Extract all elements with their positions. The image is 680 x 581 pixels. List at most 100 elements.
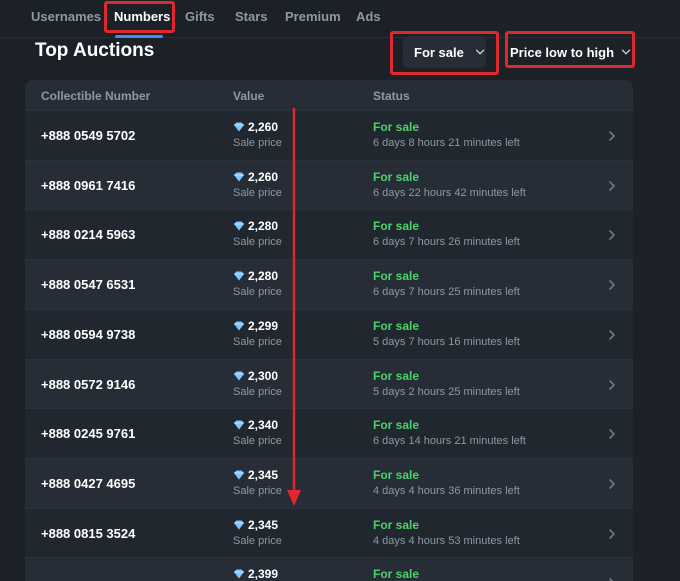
- sort-label: Price low to high: [510, 44, 615, 60]
- chevron-right-icon[interactable]: [605, 228, 619, 242]
- ton-diamond-icon: [234, 172, 244, 182]
- status-filter-dropdown[interactable]: For sale: [403, 36, 486, 68]
- ton-diamond-icon: [234, 122, 244, 132]
- value-amount: 2,345: [248, 467, 279, 482]
- auctions-table: Collectible Number Value Status +888 054…: [25, 80, 633, 581]
- ton-diamond-icon: [234, 420, 244, 430]
- status-cell: For sale 4 days 4 hours 53 minutes left: [373, 518, 520, 547]
- active-tab-indicator: [115, 35, 163, 38]
- status-badge: For sale: [373, 269, 420, 284]
- value-cell: 2,280 Sale price: [233, 269, 282, 298]
- chevron-right-icon[interactable]: [605, 328, 619, 342]
- value-cell: 2,399: [233, 567, 278, 581]
- value-cell: 2,299 Sale price: [233, 319, 282, 348]
- status-cell: For sale: [373, 567, 419, 581]
- table-row[interactable]: +888 0427 4695 2,345 Sale price For sale…: [25, 457, 633, 508]
- status-badge: For sale: [373, 567, 420, 581]
- value-amount: 2,260: [248, 120, 279, 134]
- time-left: 5 days 2 hours 25 minutes left: [373, 385, 520, 398]
- chevron-down-icon: [475, 49, 485, 55]
- status-cell: For sale 6 days 14 hours 21 minutes left: [373, 418, 526, 447]
- time-left: 6 days 7 hours 25 minutes left: [373, 286, 520, 299]
- time-left: 6 days 8 hours 21 minutes left: [373, 137, 520, 149]
- status-cell: For sale 6 days 7 hours 26 minutes left: [373, 219, 520, 248]
- chevron-right-icon[interactable]: [605, 278, 619, 292]
- ton-diamond-icon: [234, 271, 244, 281]
- chevron-right-icon[interactable]: [605, 129, 619, 143]
- chevron-right-icon[interactable]: [605, 179, 619, 193]
- time-left: 4 days 4 hours 36 minutes left: [373, 484, 520, 497]
- ton-diamond-icon: [234, 221, 244, 231]
- table-row[interactable]: +888 0594 9738 2,299 Sale price For sale…: [25, 308, 633, 359]
- status-badge: For sale: [373, 219, 420, 234]
- table-row[interactable]: +888 0549 5702 2,260 Sale price For sale…: [25, 110, 633, 160]
- value-amount: 2,345: [248, 517, 279, 532]
- table-header: Collectible Number Value Status: [25, 80, 633, 110]
- value-cell: 2,340 Sale price: [233, 418, 282, 447]
- time-left: 6 days 14 hours 21 minutes left: [373, 435, 526, 448]
- chevron-right-icon[interactable]: [605, 378, 619, 392]
- collectible-number: +888 0214 5963: [41, 227, 136, 243]
- tab-usernames[interactable]: Usernames: [31, 0, 101, 34]
- table-row[interactable]: +888 0245 9761 2,340 Sale price For sale…: [25, 408, 633, 458]
- value-subtitle: Sale price: [233, 186, 282, 199]
- table-row[interactable]: +888 0961 7416 2,260 Sale price For sale…: [25, 159, 633, 210]
- status-cell: For sale 5 days 2 hours 25 minutes left: [373, 369, 520, 398]
- value-amount: 2,299: [248, 318, 279, 333]
- chevron-right-icon[interactable]: [605, 427, 619, 441]
- column-header-number: Collectible Number: [41, 89, 151, 103]
- value-cell: 2,280 Sale price: [233, 219, 282, 248]
- status-cell: For sale 6 days 22 hours 42 minutes left: [373, 170, 526, 199]
- status-cell: For sale 6 days 8 hours 21 minutes left: [373, 120, 520, 149]
- ton-diamond-icon: [234, 321, 244, 331]
- status-cell: For sale 6 days 7 hours 25 minutes left: [373, 269, 520, 298]
- value-cell: 2,345 Sale price: [233, 468, 282, 497]
- ton-diamond-icon: [234, 371, 244, 380]
- value-subtitle: Sale price: [233, 385, 282, 398]
- table-row[interactable]: +888 0815 3524 2,345 Sale price For sale…: [25, 507, 633, 558]
- status-cell: For sale 4 days 4 hours 36 minutes left: [373, 468, 520, 497]
- chevron-right-icon[interactable]: [605, 477, 619, 491]
- table-row[interactable]: +888 0547 6531 2,280 Sale price For sale…: [25, 259, 633, 310]
- collectible-number: +888 0245 9761: [41, 426, 136, 442]
- tab-stars[interactable]: Stars: [235, 0, 268, 34]
- tab-bar: Usernames Numbers Gifts Stars Premium Ad…: [0, 0, 680, 38]
- column-header-status: Status: [373, 89, 410, 103]
- chevron-right-icon[interactable]: [605, 576, 619, 581]
- ton-diamond-icon: [234, 470, 244, 480]
- table-row[interactable]: 2,399 For sale: [25, 557, 633, 581]
- chevron-down-icon: [621, 49, 631, 55]
- collectible-number: +888 0961 7416: [41, 177, 136, 193]
- tab-numbers[interactable]: Numbers: [114, 0, 170, 34]
- value-cell: 2,260 Sale price: [233, 170, 282, 199]
- value-subtitle: Sale price: [233, 137, 282, 149]
- value-amount: 2,280: [248, 269, 279, 284]
- sort-dropdown[interactable]: Price low to high: [508, 36, 632, 68]
- time-left: 4 days 4 hours 53 minutes left: [373, 534, 520, 547]
- collectible-number: +888 0594 9738: [41, 326, 136, 342]
- tab-gifts[interactable]: Gifts: [185, 0, 215, 34]
- status-cell: For sale 5 days 7 hours 16 minutes left: [373, 319, 520, 348]
- tab-ads[interactable]: Ads: [356, 0, 381, 34]
- value-subtitle: Sale price: [233, 335, 282, 348]
- time-left: 5 days 7 hours 16 minutes left: [373, 335, 520, 348]
- value-subtitle: Sale price: [233, 534, 282, 547]
- status-badge: For sale: [373, 318, 420, 333]
- collectible-number: +888 0549 5702: [41, 128, 136, 143]
- chevron-right-icon[interactable]: [605, 527, 619, 541]
- status-badge: For sale: [373, 368, 420, 383]
- ton-diamond-icon: [234, 569, 244, 579]
- value-subtitle: Sale price: [233, 435, 282, 448]
- table-row[interactable]: +888 0572 9146 2,300 Sale price For sale…: [25, 358, 633, 409]
- status-badge: For sale: [373, 418, 420, 433]
- time-left: 6 days 7 hours 26 minutes left: [373, 236, 520, 249]
- status-badge: For sale: [373, 517, 420, 532]
- table-row[interactable]: +888 0214 5963 2,280 Sale price For sale…: [25, 209, 633, 259]
- ton-diamond-icon: [234, 520, 244, 530]
- page-title: Top Auctions: [35, 40, 155, 61]
- value-subtitle: Sale price: [233, 236, 282, 249]
- column-header-value: Value: [233, 89, 265, 103]
- status-filter-label: For sale: [414, 44, 464, 60]
- value-cell: 2,260 Sale price: [233, 120, 282, 149]
- tab-premium[interactable]: Premium: [285, 0, 341, 34]
